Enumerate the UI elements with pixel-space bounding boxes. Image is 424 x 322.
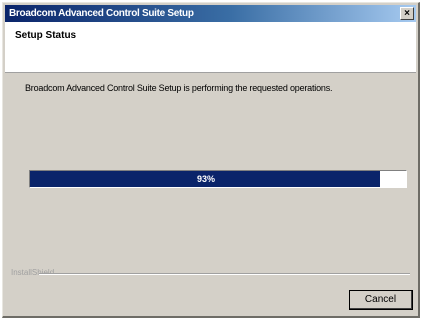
footer-divider xyxy=(39,273,410,275)
window-title: Broadcom Advanced Control Suite Setup xyxy=(9,8,194,19)
title-bar[interactable]: Broadcom Advanced Control Suite Setup × xyxy=(5,5,416,22)
status-message: Broadcom Advanced Control Suite Setup is… xyxy=(25,83,333,93)
close-icon: × xyxy=(404,8,410,19)
close-button[interactable]: × xyxy=(400,7,414,20)
cancel-button[interactable]: Cancel xyxy=(349,290,413,310)
setup-dialog-window: Broadcom Advanced Control Suite Setup × … xyxy=(2,2,420,318)
header-panel: Setup Status xyxy=(5,22,416,73)
progress-percent-label: 93% xyxy=(196,174,215,184)
page-title: Setup Status xyxy=(15,30,77,41)
progress-bar: 93% xyxy=(29,170,407,188)
